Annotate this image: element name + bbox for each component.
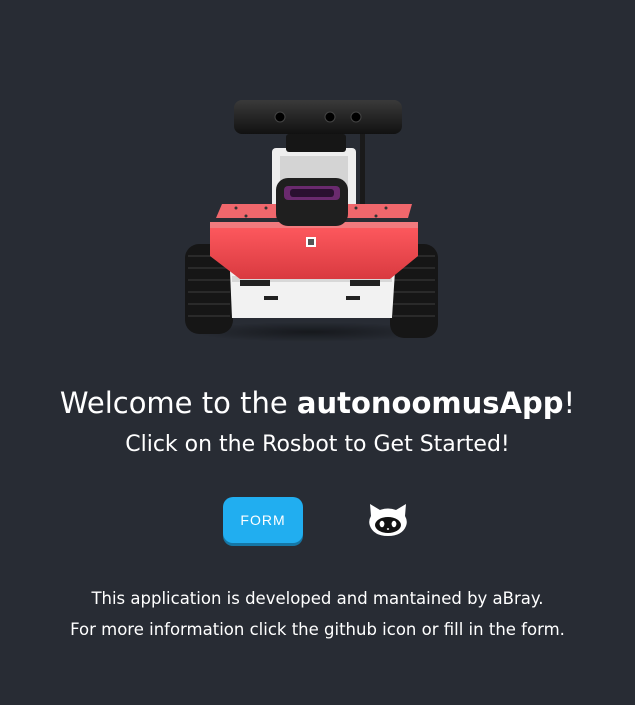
form-button[interactable]: FORM xyxy=(223,497,303,543)
footer-line-info: For more information click the github ic… xyxy=(70,620,565,639)
footer: This application is developed and mantai… xyxy=(0,583,635,645)
github-octocat-icon xyxy=(369,504,407,536)
github-link[interactable] xyxy=(368,502,408,538)
rosbot-image xyxy=(185,100,438,342)
welcome-heading: Welcome to the autonoomusApp! xyxy=(0,383,635,423)
welcome-suffix: ! xyxy=(563,386,576,420)
footer-line-developer: This application is developed and mantai… xyxy=(91,589,544,608)
get-started-subtitle: Click on the Rosbot to Get Started! xyxy=(125,432,510,457)
rosbot-image-link[interactable] xyxy=(180,96,442,344)
welcome-prefix: Welcome to the xyxy=(59,386,297,420)
app-name: autonoomusApp xyxy=(296,386,564,420)
app-page: Welcome to the autonoomusApp! Click on t… xyxy=(0,0,635,705)
